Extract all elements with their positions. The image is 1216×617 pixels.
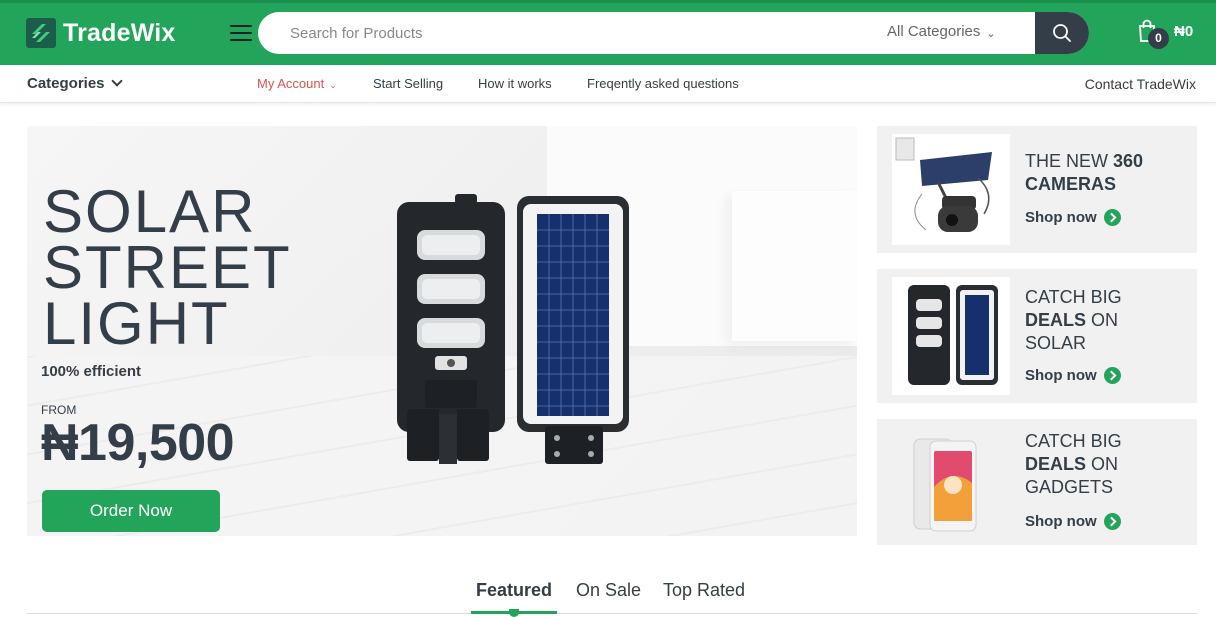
tab-featured[interactable]: Featured	[476, 580, 552, 601]
promo-title-bold: DEALS	[1025, 310, 1087, 330]
tab-top-rated[interactable]: Top Rated	[663, 580, 745, 601]
arrow-right-icon	[1103, 513, 1121, 530]
categories-label: Categories	[27, 75, 105, 92]
brand-name: TradeWix	[63, 18, 176, 47]
cart-count-badge: 0	[1148, 28, 1169, 49]
shop-now-label: Shop now	[1025, 367, 1097, 384]
promo-thumb	[892, 427, 1010, 537]
logo-icon	[26, 18, 56, 48]
order-now-button[interactable]: Order Now	[42, 490, 220, 532]
promo-thumb	[892, 134, 1010, 245]
promo-thumb	[892, 277, 1010, 395]
secondary-nav: Categories My Account ⌄ Start Selling How…	[0, 65, 1216, 103]
promo-title-text: THE NEW	[1025, 151, 1113, 171]
shop-now-label: Shop now	[1025, 209, 1097, 226]
promo-title-bold-line2: CAMERAS	[1025, 174, 1117, 194]
chevron-down-icon: ⌄	[986, 28, 996, 40]
category-select-label: All Categories	[887, 23, 981, 40]
shop-now-link[interactable]: Shop now	[1025, 209, 1121, 226]
categories-dropdown[interactable]: Categories	[27, 75, 123, 92]
promo-title-bold: 360	[1113, 151, 1144, 171]
logo[interactable]: TradeWix	[26, 18, 176, 48]
search-button[interactable]	[1035, 12, 1089, 54]
nav-my-account-label: My Account	[257, 76, 325, 91]
nav-how-it-works[interactable]: How it works	[478, 76, 552, 91]
promo-title: CATCH BIG DEALS ON SOLAR	[1025, 286, 1122, 355]
search-bar: All Categories ⌄	[258, 12, 1089, 54]
promo-card-gadgets[interactable]: CATCH BIG DEALS ON GADGETS Shop now	[877, 419, 1197, 545]
shop-now-link[interactable]: Shop now	[1025, 513, 1121, 530]
promo-card-cameras[interactable]: THE NEW 360 CAMERAS Shop now	[877, 126, 1197, 253]
nav-faq[interactable]: Freqently asked questions	[587, 76, 739, 91]
solar-light-image	[908, 285, 998, 385]
active-tab-dot	[509, 609, 519, 617]
promo-title-line3: GADGETS	[1025, 477, 1114, 497]
hero-subtitle: 100% efficient	[41, 363, 142, 380]
arrow-right-icon	[1103, 367, 1121, 384]
promo-title-line3: SOLAR	[1025, 333, 1087, 353]
nav-my-account[interactable]: My Account ⌄	[257, 76, 337, 91]
promo-title-rest: ON	[1086, 454, 1119, 474]
hero-price: ₦19,500	[41, 414, 235, 472]
chevron-down-icon: ⌄	[329, 80, 337, 90]
arrow-right-icon	[1103, 209, 1121, 226]
tab-on-sale[interactable]: On Sale	[576, 580, 641, 601]
promo-card-solar[interactable]: CATCH BIG DEALS ON SOLAR Shop now	[877, 269, 1197, 403]
search-icon	[1053, 24, 1071, 42]
tabs-divider	[27, 613, 1197, 614]
hero-banner[interactable]: SOLAR STREET LIGHT 100% efficient FROM ₦…	[27, 126, 857, 536]
nav-start-selling[interactable]: Start Selling	[373, 76, 443, 91]
nav-contact[interactable]: Contact TradeWix	[1085, 76, 1196, 92]
hero-backdrop-block	[732, 191, 857, 341]
menu-icon[interactable]	[230, 25, 252, 42]
hero-title: SOLAR STREET LIGHT	[43, 178, 292, 357]
chevron-down-icon	[110, 75, 123, 87]
smartphone-image	[913, 438, 977, 532]
shop-now-label: Shop now	[1025, 513, 1097, 530]
solar-street-light-image	[397, 194, 629, 464]
camera-image	[895, 137, 992, 232]
promo-title-bold: DEALS	[1025, 454, 1087, 474]
category-select[interactable]: All Categories ⌄	[887, 23, 996, 40]
promo-title-text: CATCH BIG	[1025, 287, 1122, 307]
promo-title: CATCH BIG DEALS ON GADGETS	[1025, 430, 1122, 499]
promo-title-text: CATCH BIG	[1025, 431, 1122, 451]
top-header: TradeWix All Categories ⌄ 0 ₦0	[0, 0, 1216, 65]
promo-title: THE NEW 360 CAMERAS	[1025, 150, 1143, 196]
search-input[interactable]	[288, 12, 848, 54]
shop-now-link[interactable]: Shop now	[1025, 367, 1121, 384]
promo-title-rest: ON	[1086, 310, 1119, 330]
cart-total: ₦0	[1174, 23, 1194, 40]
